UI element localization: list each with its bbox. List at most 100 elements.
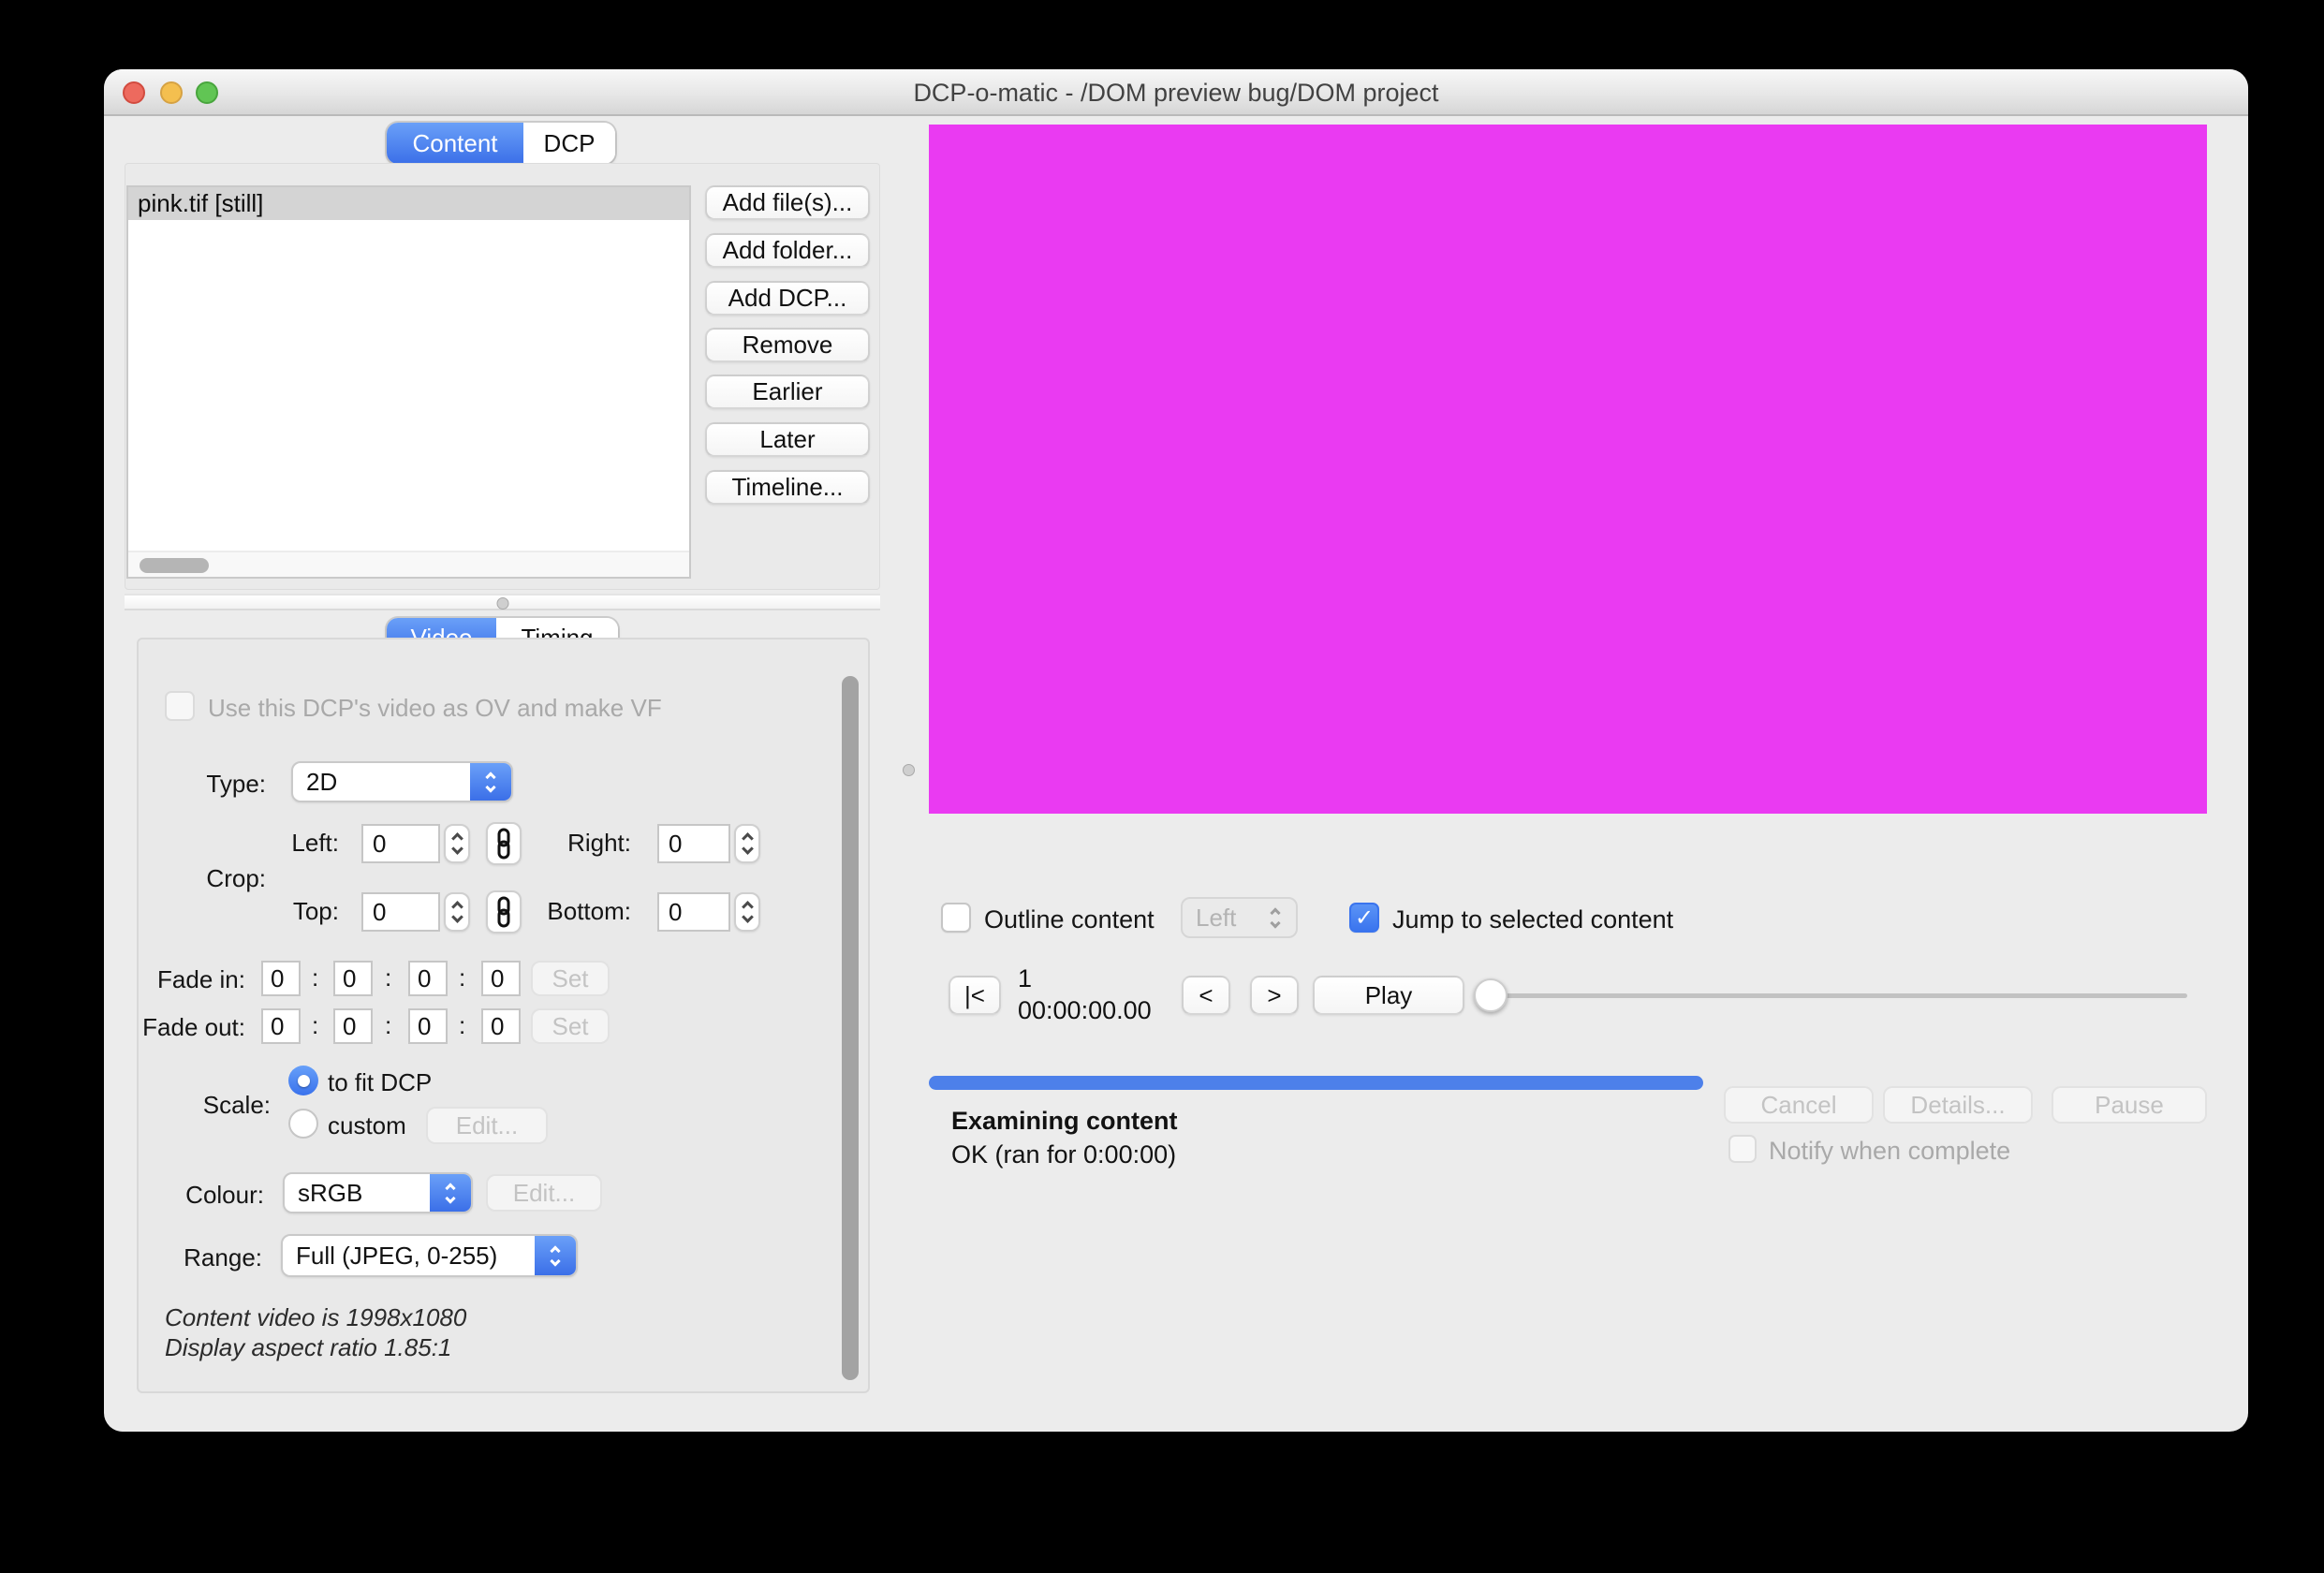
crop-left-label: Left: xyxy=(291,829,339,857)
fade-out-minutes-input[interactable] xyxy=(333,1008,373,1044)
fade-in-hours-input[interactable] xyxy=(261,961,301,996)
crop-left-input[interactable] xyxy=(361,824,440,863)
pause-button[interactable]: Pause xyxy=(2052,1086,2207,1124)
fade-in-colon: : xyxy=(312,963,319,992)
crop-top-stepper[interactable] xyxy=(444,892,470,932)
timeline-button[interactable]: Timeline... xyxy=(705,470,870,505)
fade-in-seconds-input[interactable] xyxy=(408,961,448,996)
colour-select-value: sRGB xyxy=(298,1178,363,1207)
crop-top-field-wrap xyxy=(361,892,440,932)
colour-select-stepper-icon xyxy=(430,1174,471,1212)
fade-in-set-button[interactable]: Set xyxy=(531,961,610,996)
chain-link-icon xyxy=(497,828,510,860)
scale-fit-radio[interactable] xyxy=(288,1066,318,1095)
crop-bottom-input[interactable] xyxy=(657,892,730,932)
scale-edit-button[interactable]: Edit... xyxy=(426,1107,548,1144)
ov-vf-label: Use this DCP's video as OV and make VF xyxy=(208,694,662,722)
eye-position-value: Left xyxy=(1196,903,1237,932)
type-select[interactable]: 2D xyxy=(291,761,513,802)
crop-right-stepper[interactable] xyxy=(734,824,760,863)
notebook-tabs-content-dcp: Content DCP xyxy=(387,123,615,164)
fade-in-colon: : xyxy=(385,963,392,992)
range-select-value: Full (JPEG, 0-255) xyxy=(296,1241,498,1270)
timecode: 00:00:00.00 xyxy=(1018,996,1152,1024)
fade-out-colon: : xyxy=(459,1011,466,1039)
crop-top-label: Top: xyxy=(292,897,339,925)
list-item-pink-tif[interactable]: pink.tif [still] xyxy=(128,187,689,220)
seek-slider-track[interactable] xyxy=(1491,993,2187,998)
crop-left-field-wrap xyxy=(361,824,440,863)
details-button[interactable]: Details... xyxy=(1883,1086,2033,1124)
remove-button[interactable]: Remove xyxy=(705,328,870,362)
play-button[interactable]: Play xyxy=(1313,976,1464,1015)
crop-bottom-stepper[interactable] xyxy=(734,892,760,932)
video-preview xyxy=(929,125,2207,814)
eye-position-stepper-icon xyxy=(1255,899,1296,936)
splitter-grip[interactable] xyxy=(496,597,508,610)
later-button[interactable]: Later xyxy=(705,422,870,457)
add-files-button[interactable]: Add file(s)... xyxy=(705,185,870,220)
app-window: DCP-o-matic - /DOM preview bug/DOM proje… xyxy=(104,69,2248,1432)
frame-number: 1 xyxy=(1018,964,1033,992)
range-label: Range: xyxy=(184,1243,262,1272)
notify-when-complete-label: Notify when complete xyxy=(1769,1137,2011,1165)
eye-position-select[interactable]: Left xyxy=(1181,897,1298,938)
colour-label: Colour: xyxy=(185,1181,264,1209)
horizontal-scrollbar xyxy=(128,551,689,577)
fade-out-set-button[interactable]: Set xyxy=(531,1008,610,1044)
crop-top-input[interactable] xyxy=(361,892,440,932)
fade-in-frames-input[interactable] xyxy=(481,961,521,996)
ov-vf-checkbox[interactable] xyxy=(165,691,195,721)
fade-out-colon: : xyxy=(385,1011,392,1039)
content-file-list: pink.tif [still] xyxy=(126,185,691,579)
crop-right-label: Right: xyxy=(567,829,631,857)
job-status-detail: OK (ran for 0:00:00) xyxy=(951,1140,1177,1169)
outline-content-label: Outline content xyxy=(984,905,1155,934)
jump-to-selected-checkbox[interactable]: ✓ xyxy=(1349,903,1379,933)
display-aspect-ratio-info: Display aspect ratio 1.85:1 xyxy=(165,1333,452,1361)
seek-slider-handle[interactable] xyxy=(1474,978,1508,1012)
type-select-value: 2D xyxy=(306,767,338,796)
crop-link-horizontal-button[interactable] xyxy=(486,822,522,865)
notify-when-complete-checkbox[interactable] xyxy=(1728,1135,1757,1163)
video-settings-panel: Use this DCP's video as OV and make VF T… xyxy=(137,638,870,1393)
scale-label: Scale: xyxy=(202,1091,271,1119)
chain-link-icon xyxy=(497,896,510,928)
colour-select[interactable]: sRGB xyxy=(283,1172,473,1213)
fade-in-label: Fade in: xyxy=(157,965,245,993)
crop-right-field-wrap xyxy=(657,824,730,863)
crop-left-stepper[interactable] xyxy=(444,824,470,863)
colour-edit-button[interactable]: Edit... xyxy=(486,1174,602,1212)
scale-custom-radio[interactable] xyxy=(288,1109,318,1139)
fade-out-hours-input[interactable] xyxy=(261,1008,301,1044)
frame-forward-button[interactable]: > xyxy=(1250,976,1299,1015)
fade-out-frames-input[interactable] xyxy=(481,1008,521,1044)
horizontal-scrollbar-thumb[interactable] xyxy=(140,558,209,573)
crop-link-vertical-button[interactable] xyxy=(486,890,522,934)
title-bar[interactable]: DCP-o-matic - /DOM preview bug/DOM proje… xyxy=(104,69,2248,116)
horizontal-splitter[interactable] xyxy=(125,594,880,610)
cancel-button[interactable]: Cancel xyxy=(1724,1086,1874,1124)
earlier-button[interactable]: Earlier xyxy=(705,375,870,409)
tab-content[interactable]: Content xyxy=(387,123,523,164)
add-folder-button[interactable]: Add folder... xyxy=(705,233,870,268)
fade-in-colon: : xyxy=(459,963,466,992)
pane-splitter-grip[interactable] xyxy=(903,764,915,776)
frame-back-button[interactable]: < xyxy=(1182,976,1230,1015)
jump-to-selected-label: Jump to selected content xyxy=(1392,905,1674,934)
scale-fit-label: to fit DCP xyxy=(328,1068,433,1096)
job-progress-bar xyxy=(929,1076,1703,1090)
tab-dcp[interactable]: DCP xyxy=(523,123,615,164)
fade-in-minutes-input[interactable] xyxy=(333,961,373,996)
fade-out-seconds-input[interactable] xyxy=(408,1008,448,1044)
range-select[interactable]: Full (JPEG, 0-255) xyxy=(281,1234,578,1277)
vertical-scrollbar-thumb[interactable] xyxy=(842,676,859,1380)
rewind-to-start-button[interactable]: |< xyxy=(949,976,1001,1015)
crop-bottom-field-wrap xyxy=(657,892,730,932)
job-status-title: Examining content xyxy=(951,1107,1178,1135)
add-dcp-button[interactable]: Add DCP... xyxy=(705,281,870,316)
crop-right-input[interactable] xyxy=(657,824,730,863)
check-icon: ✓ xyxy=(1354,904,1375,931)
crop-bottom-label: Bottom: xyxy=(547,897,631,925)
outline-content-checkbox[interactable] xyxy=(941,903,971,933)
